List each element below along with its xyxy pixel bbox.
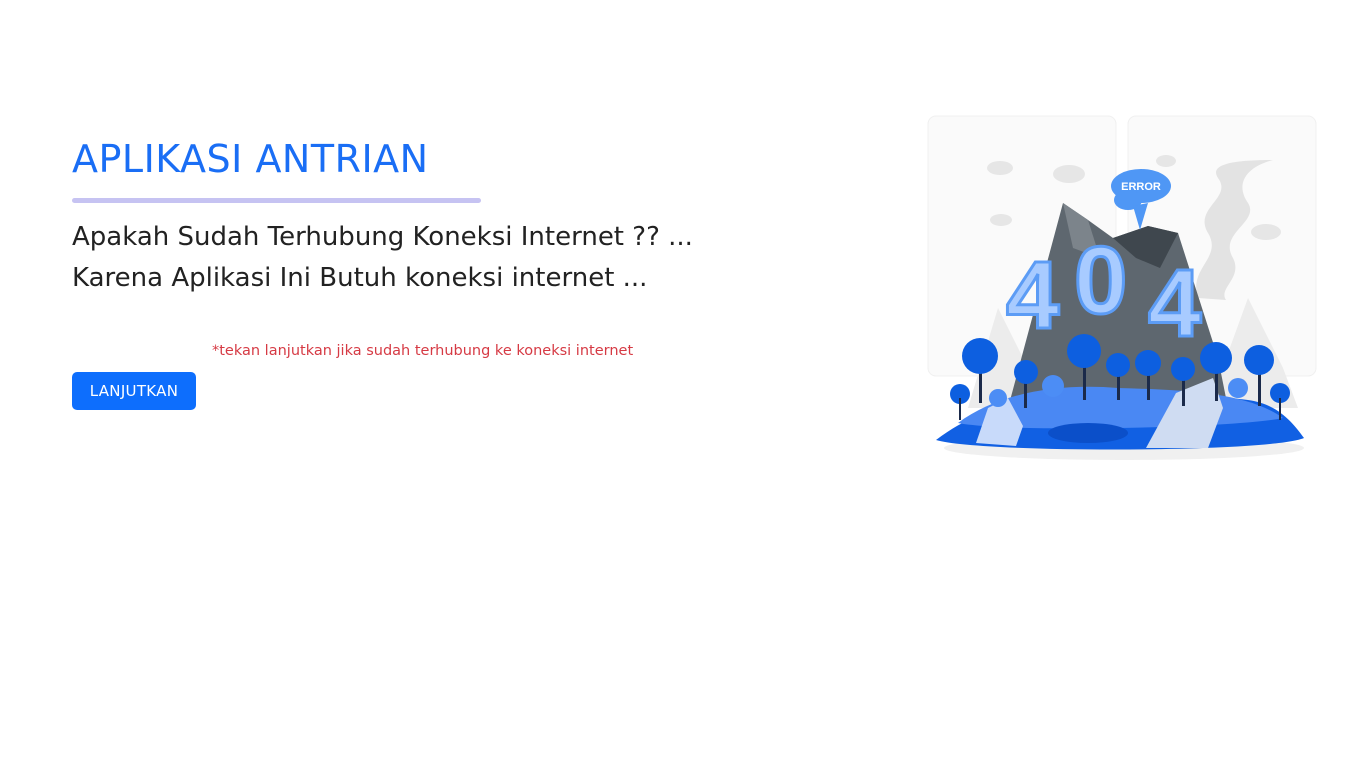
title-underline — [72, 198, 481, 203]
question-line-2: Karena Aplikasi Ini Butuh koneksi intern… — [72, 263, 648, 293]
error-label: ERROR — [1121, 181, 1161, 193]
code-digit-2: 0 — [1074, 227, 1127, 334]
code-digit-3: 4 — [1148, 250, 1201, 357]
continue-hint: *tekan lanjutkan jika sudah terhubung ke… — [212, 343, 634, 359]
question-line-1: Apakah Sudah Terhubung Koneksi Internet … — [72, 222, 693, 252]
code-digit-1: 4 — [1006, 242, 1059, 349]
connection-question: Apakah Sudah Terhubung Koneksi Internet … — [72, 217, 772, 299]
page: APLIKASI ANTRIAN Apakah Sudah Terhubung … — [0, 0, 1366, 768]
content-panel: APLIKASI ANTRIAN Apakah Sudah Terhubung … — [72, 130, 772, 410]
continue-button[interactable]: LANJUTKAN — [72, 372, 196, 410]
404-mountain-illustration: ERROR 4 0 4 — [927, 115, 1317, 460]
app-title: APLIKASI ANTRIAN — [72, 137, 429, 181]
